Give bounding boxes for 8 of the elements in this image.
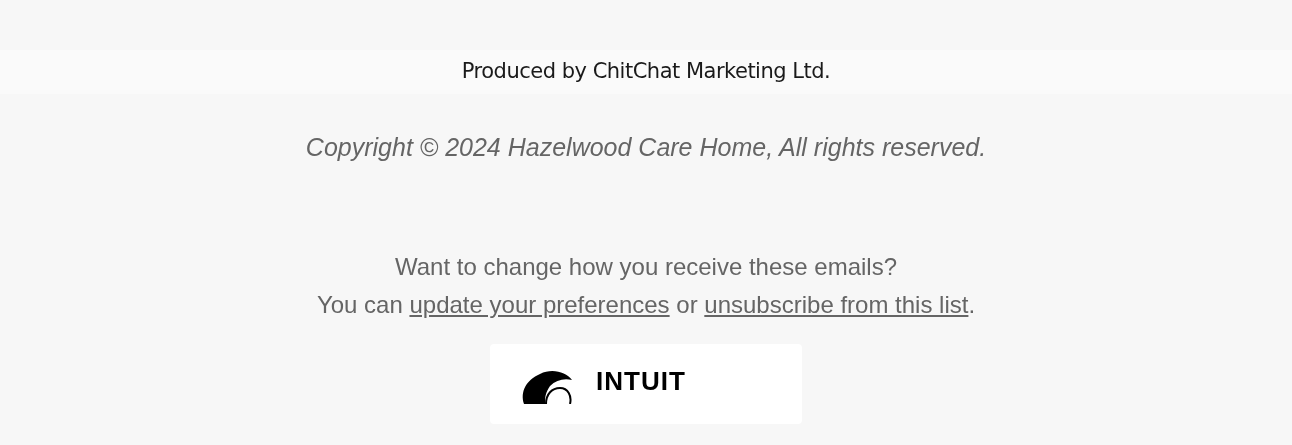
unsubscribe-link[interactable]: unsubscribe from this list xyxy=(704,291,969,318)
intuit-wordmark: INTUIT xyxy=(596,368,686,394)
preferences-question: Want to change how you receive these emails? xyxy=(394,252,898,282)
copyright-text: Copyright © 2024 Hazelwood Care Home, All rights reserved. xyxy=(305,131,987,163)
mailchimp-badge[interactable]: INTUIT xyxy=(490,344,802,424)
update-preferences-link[interactable]: update your preferences xyxy=(409,291,670,318)
producer-credit: Produced by ChitChat Marketing Ltd. xyxy=(461,58,831,85)
preferences-text: You can update your preferences or unsubscribe from this list. xyxy=(316,290,976,320)
